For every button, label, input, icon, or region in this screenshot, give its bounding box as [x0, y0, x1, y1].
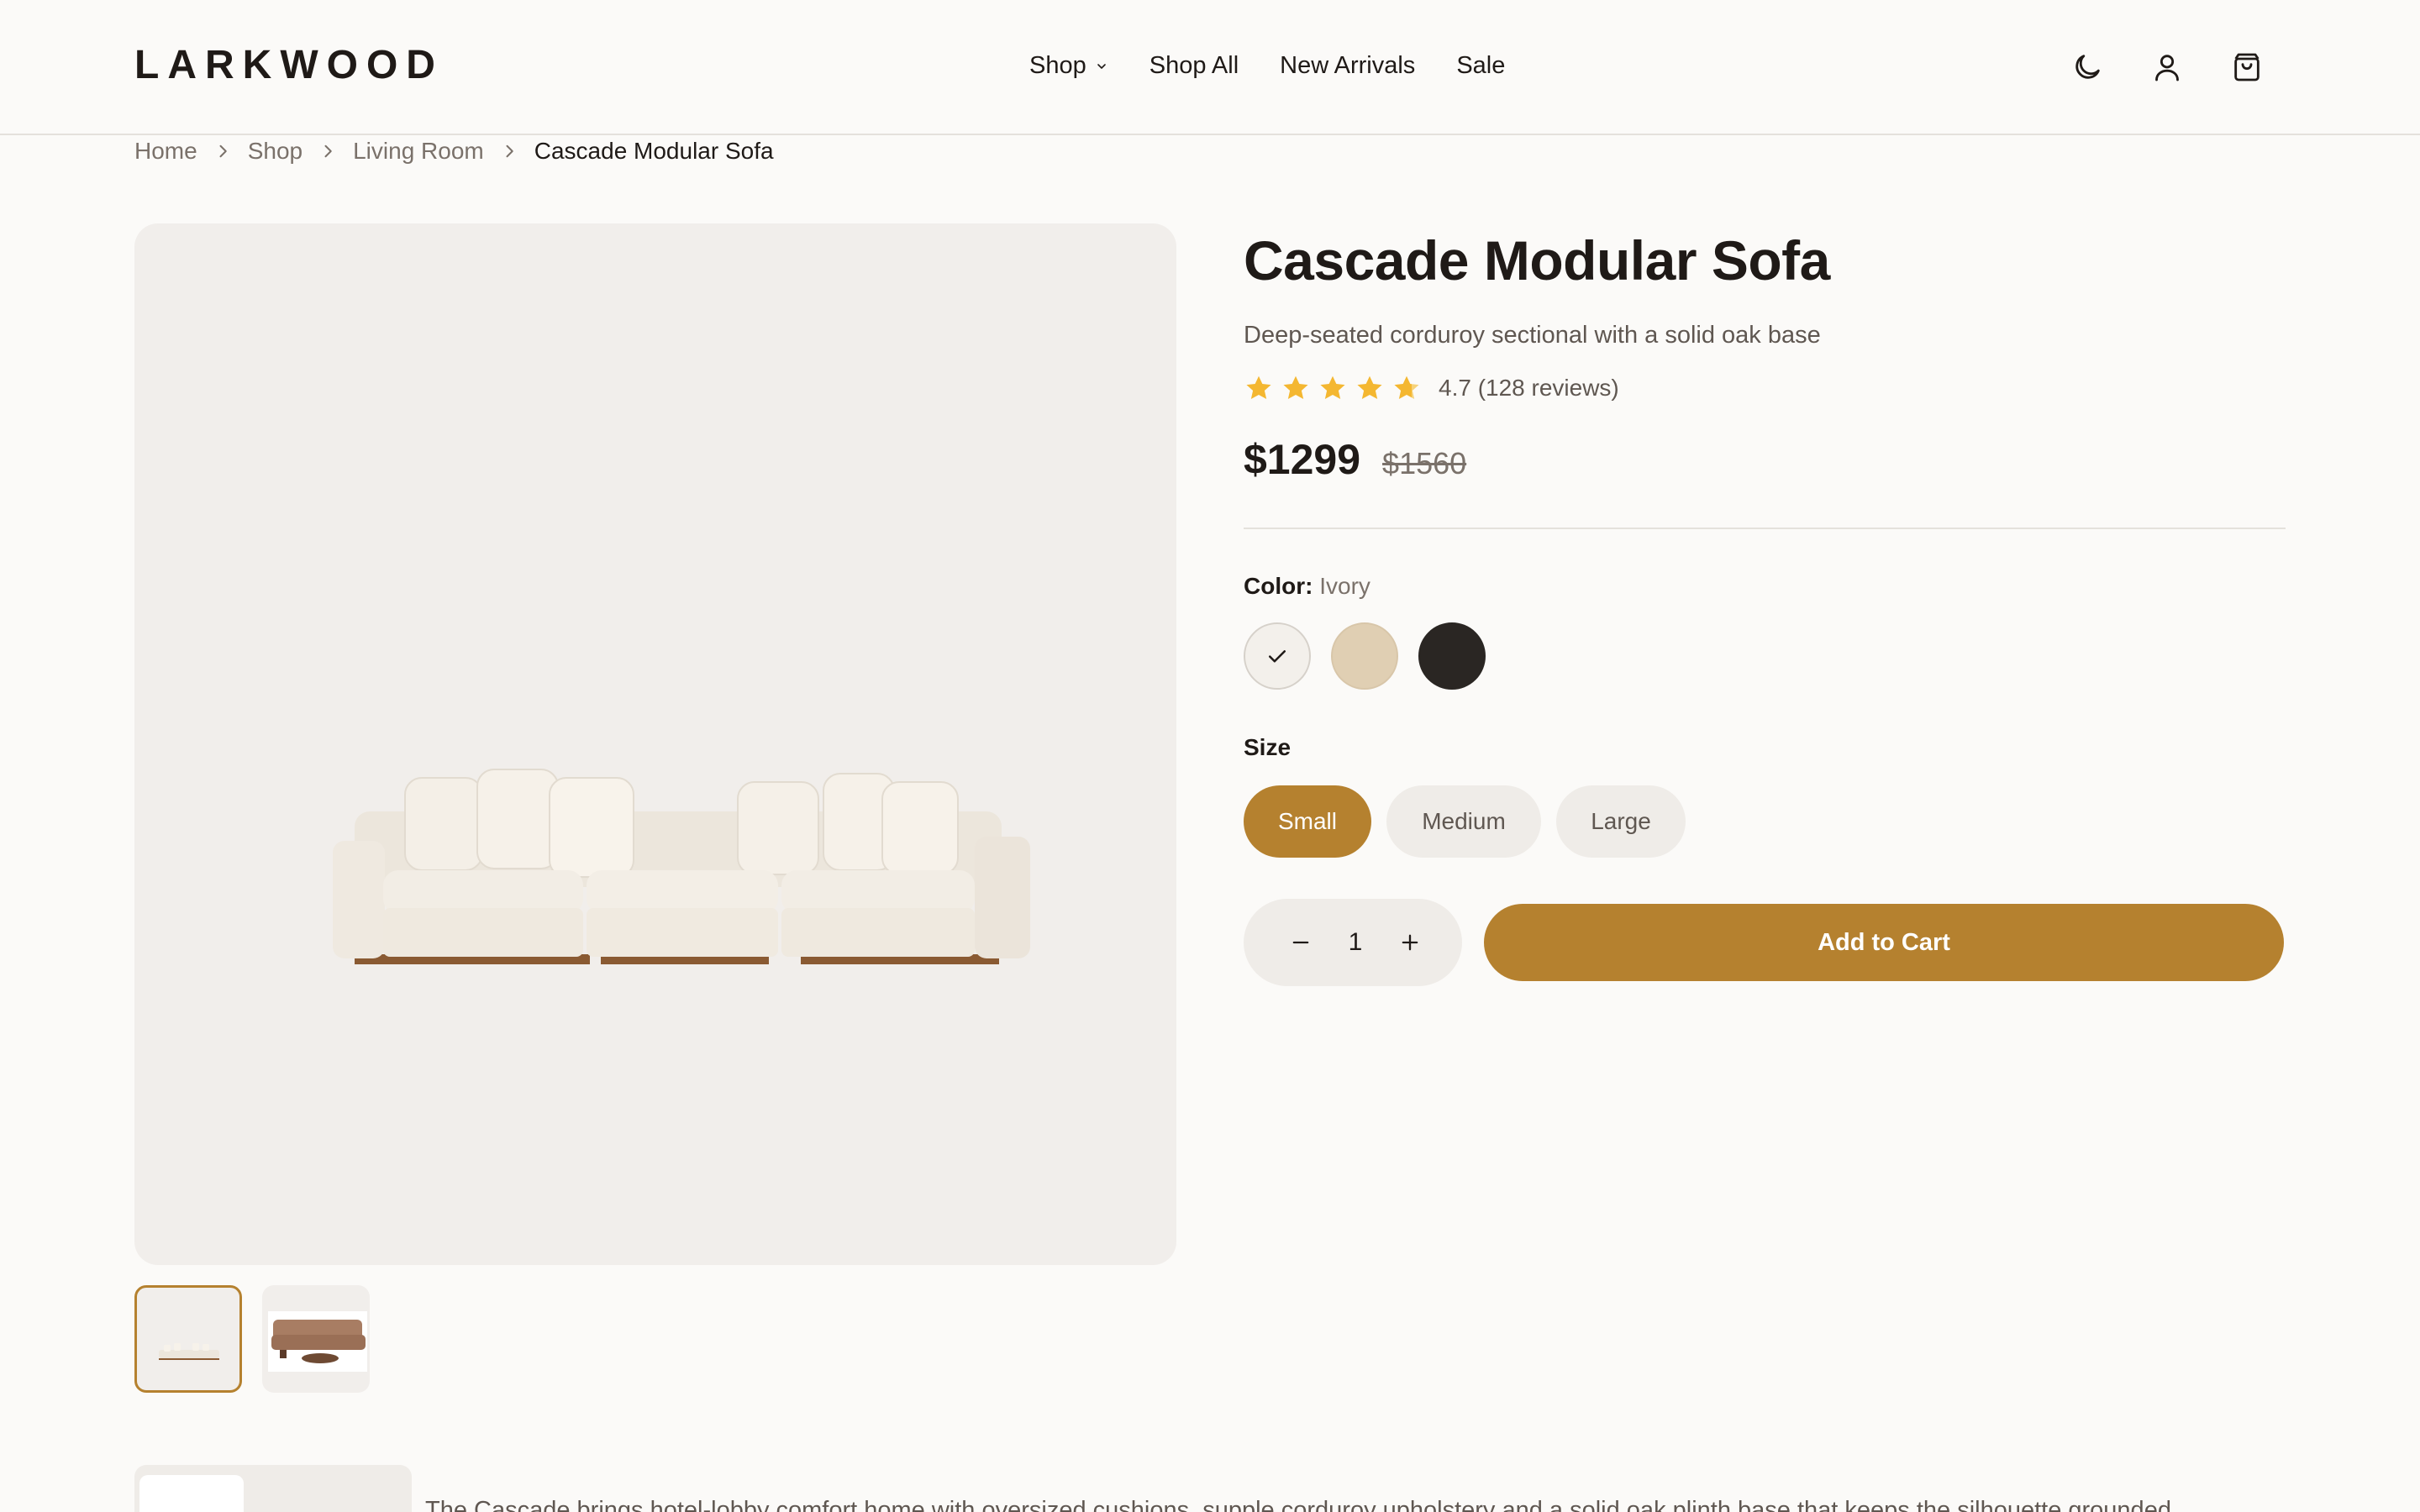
color-swatch-charcoal[interactable]	[1418, 622, 1486, 690]
breadcrumb: Home Shop Living Room Cascade Modular So…	[134, 138, 774, 165]
product-rating[interactable]: 4.7 (128 reviews)	[1244, 373, 1619, 403]
tab-description[interactable]	[139, 1475, 244, 1512]
color-label: Color: Ivory	[1244, 573, 1370, 600]
breadcrumb-living-room[interactable]: Living Room	[353, 138, 484, 165]
product-subtitle: Deep-seated corduroy sectional with a so…	[1244, 322, 1821, 349]
product-tabs	[134, 1465, 412, 1512]
moon-icon	[2075, 55, 2100, 79]
nav-item-shop[interactable]: Shop	[1029, 52, 1108, 80]
star-icon	[1283, 375, 1308, 400]
sofa-room-thumbnail	[268, 1311, 367, 1372]
breadcrumb-home[interactable]: Home	[134, 138, 197, 165]
minus-icon	[1292, 941, 1309, 944]
product-main-image[interactable]	[134, 223, 1176, 1265]
star-icon	[1320, 375, 1345, 400]
check-icon	[1269, 650, 1286, 663]
nav-item-shop-all[interactable]: Shop All	[1150, 52, 1239, 80]
size-label: Size	[1244, 734, 1292, 760]
selected-color-name: Ivory	[1319, 573, 1370, 599]
user-icon	[2155, 55, 2179, 81]
breadcrumb-shop[interactable]: Shop	[248, 138, 302, 165]
breadcrumb-current: Cascade Modular Sofa	[534, 138, 774, 164]
chevron-right-icon	[214, 142, 233, 160]
chevron-down-icon	[1097, 63, 1106, 69]
star-icon	[1246, 375, 1271, 400]
thumbnail-tan-sofa-room[interactable]	[262, 1285, 370, 1393]
thumbnail-ivory-sofa[interactable]	[134, 1285, 242, 1393]
quantity-value[interactable]: 1	[1349, 928, 1363, 957]
thumbnail-list	[134, 1285, 390, 1393]
nav-item-label: Shop	[1029, 52, 1086, 79]
size-options: Small Medium Large	[1244, 785, 1701, 858]
account-button[interactable]	[2147, 47, 2187, 87]
nav-item-sale[interactable]: Sale	[1456, 52, 1505, 80]
price-row: $1299 $1560	[1244, 435, 1466, 484]
color-swatch-ivory[interactable]	[1244, 622, 1311, 690]
nav-item-new-arrivals[interactable]: New Arrivals	[1280, 52, 1415, 80]
product-description: The Cascade brings hotel-lobby comfort h…	[425, 1497, 2179, 1512]
size-option-large[interactable]: Large	[1556, 785, 1686, 858]
star-half-icon	[1394, 375, 1419, 400]
chevron-right-icon	[319, 142, 338, 160]
add-to-cart-button[interactable]: Add to Cart	[1484, 904, 2284, 981]
decrease-quantity-button[interactable]	[1286, 927, 1316, 958]
increase-quantity-button[interactable]	[1395, 927, 1425, 958]
color-swatches	[1244, 622, 1506, 690]
color-swatch-sand[interactable]	[1331, 622, 1398, 690]
plus-icon	[1402, 934, 1418, 951]
rating-text: 4.7 (128 reviews)	[1439, 375, 1619, 401]
header-actions	[2067, 47, 2267, 87]
cart-button[interactable]	[2227, 47, 2267, 87]
sofa-thumbnail	[159, 1343, 219, 1360]
current-price: $1299	[1244, 436, 1361, 483]
color-label-text: Color:	[1244, 573, 1313, 599]
size-option-small[interactable]: Small	[1244, 785, 1371, 858]
chevron-right-icon	[501, 142, 519, 160]
star-icon	[1357, 375, 1382, 400]
product-title: Cascade Modular Sofa	[1244, 229, 1830, 291]
quantity-stepper: 1	[1244, 899, 1462, 986]
original-price: $1560	[1382, 446, 1467, 480]
theme-toggle-button[interactable]	[2067, 47, 2107, 87]
sofa-illustration	[333, 769, 1030, 964]
size-option-medium[interactable]: Medium	[1386, 785, 1541, 858]
shopping-bag-icon	[2234, 53, 2260, 81]
brand-logo[interactable]: LARKWOOD	[134, 42, 444, 88]
divider	[1244, 528, 2286, 529]
site-header: LARKWOOD Shop Shop All New Arrivals Sale	[0, 0, 2420, 135]
main-nav: Shop Shop All New Arrivals Sale	[1029, 52, 1505, 80]
